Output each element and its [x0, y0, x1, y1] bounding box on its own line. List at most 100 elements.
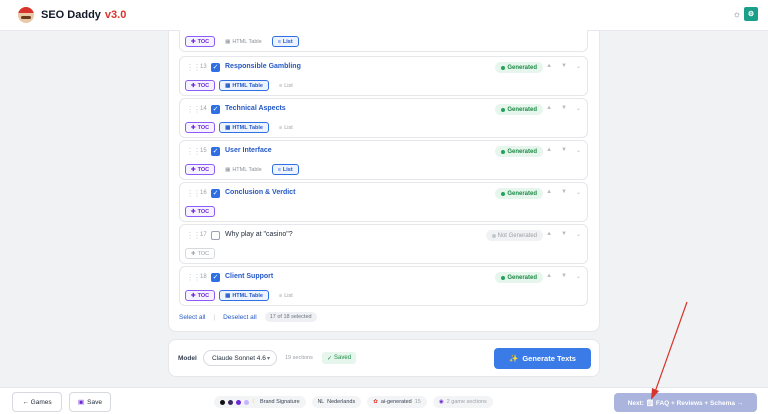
section-card: ⋮⋮ 15 ✓ User Interface Generated ▲ ▼ ⌄ ✚ T… — [179, 140, 588, 180]
section-title[interactable]: Technical Aspects — [225, 105, 286, 112]
moon-icon: ☾ — [252, 399, 257, 405]
move-up-icon[interactable]: ▲ — [546, 231, 552, 238]
expand-icon[interactable]: ⌄ — [576, 63, 581, 70]
divider: | — [213, 313, 216, 321]
drag-handle-icon[interactable]: ⋮⋮ — [186, 231, 201, 240]
move-up-icon[interactable]: ▲ — [546, 273, 552, 280]
selected-count-badge: 17 of 18 selected — [264, 312, 317, 322]
section-card: ⋮⋮ 16 ✓ Conclusion & Verdict Generated ▲… — [179, 182, 588, 222]
status-badge: Generated — [495, 62, 543, 73]
move-down-icon[interactable]: ▼ — [561, 231, 567, 238]
tag-toc[interactable]: ✚ TOC — [185, 290, 216, 301]
generate-texts-button[interactable]: ✨ Generate Texts — [494, 348, 591, 369]
expand-icon[interactable]: ⌄ — [576, 273, 581, 280]
section-checkbox[interactable]: ✓ — [211, 189, 220, 198]
tag-toc[interactable]: ✚ TOC — [185, 80, 216, 91]
model-bar: Model Claude Sonnet 4.6 ▾ 19 sections ✓ … — [168, 339, 600, 377]
select-all-link[interactable]: Select all — [179, 314, 205, 321]
move-down-icon[interactable]: ▼ — [561, 63, 567, 70]
theme-toggle-icon[interactable]: ☼ — [733, 9, 741, 19]
tag-list[interactable]: ≡ List — [273, 80, 299, 91]
section-card: ⋮⋮ 18 ✓ Client Support Generated ▲ ▼ ⌄ ✚ T… — [179, 266, 588, 306]
color-swatch — [244, 399, 249, 405]
expand-icon[interactable]: ⌄ — [576, 105, 581, 112]
back-to-games-button[interactable]: ← Games — [12, 392, 62, 412]
color-swatch — [236, 399, 241, 405]
sparkle-icon: ✨ — [509, 354, 519, 363]
tag-html-table[interactable]: ▦ HTML Table — [219, 164, 268, 175]
drag-handle-icon[interactable]: ⋮⋮ — [186, 105, 201, 114]
app-version: v3.0 — [104, 9, 127, 21]
tag-html-table[interactable]: ▦ HTML Table — [219, 122, 269, 133]
model-label: Model — [178, 355, 197, 362]
section-checkbox[interactable]: ✓ — [211, 273, 220, 282]
expand-icon[interactable]: ⌄ — [576, 147, 581, 154]
section-number: 18 — [200, 274, 207, 280]
tag-toc[interactable]: ✚ TOC — [185, 164, 216, 175]
section-card: ⋮⋮ 14 ✓ Technical Aspects Generated ▲ ▼ ⌄ … — [179, 98, 588, 138]
section-checkbox[interactable]: ✓ — [211, 63, 220, 72]
flag-icon: NL — [317, 399, 325, 405]
section-title[interactable]: Responsible Gambling — [225, 63, 301, 70]
expand-icon[interactable]: ⌄ — [576, 231, 581, 238]
save-button[interactable]: ▣ Save — [69, 392, 111, 412]
section-checkbox[interactable]: ✓ — [211, 147, 220, 156]
drag-handle-icon[interactable]: ⋮⋮ — [186, 189, 201, 198]
section-number: 17 — [200, 232, 207, 238]
tag-list[interactable]: ≡ List — [273, 290, 299, 301]
game-sections-chip[interactable]: ◉ 2 game sections — [432, 396, 493, 408]
section-checkbox[interactable] — [211, 231, 220, 240]
section-checkbox[interactable]: ✓ — [211, 105, 220, 114]
status-badge: Generated — [495, 188, 543, 199]
settings-badge-icon[interactable]: ⚙ — [744, 7, 758, 21]
model-select[interactable]: Claude Sonnet 4.6 ▾ — [203, 350, 277, 366]
ai-generated-chip[interactable]: ✿ ai-generated 15 — [367, 396, 427, 408]
tag-toc[interactable]: ✚ TOC — [185, 248, 216, 259]
section-title[interactable]: User Interface — [225, 147, 272, 154]
drag-handle-icon[interactable]: ⋮⋮ — [186, 63, 201, 72]
tag-list[interactable]: ≡ List — [273, 122, 299, 133]
move-down-icon[interactable]: ▼ — [561, 147, 567, 154]
deselect-all-link[interactable]: Deselect all — [223, 314, 257, 321]
tag-list[interactable]: ≡ List — [271, 36, 299, 47]
tag-toc[interactable]: ✚ TOC — [185, 36, 216, 47]
section-title[interactable]: Client Support — [225, 273, 273, 280]
tag-html-table[interactable]: ▦ HTML Table — [219, 36, 268, 47]
sections-panel: ✚ TOC ▦ HTML Table ≡ List ⋮⋮ 13 ✓ Respon… — [168, 30, 600, 332]
status-badge: Generated — [495, 104, 543, 115]
chevron-down-icon: ▾ — [266, 356, 270, 362]
status-badge: Generated — [495, 272, 543, 283]
move-up-icon[interactable]: ▲ — [546, 63, 552, 70]
expand-icon[interactable]: ⌄ — [576, 189, 581, 196]
tag-list[interactable]: ≡ List — [271, 164, 299, 175]
section-number: 15 — [200, 148, 207, 154]
section-card: ⋮⋮ 17 Why play at "casino"? Not Generate… — [179, 224, 588, 264]
section-number: 16 — [200, 190, 207, 196]
brand-signature-chip[interactable]: ☾ Brand Signature — [214, 396, 306, 408]
tag-html-table[interactable]: ▦ HTML Table — [219, 80, 269, 91]
saved-badge: ✓ Saved — [322, 352, 357, 364]
drag-handle-icon[interactable]: ⋮⋮ — [186, 273, 201, 282]
drag-handle-icon[interactable]: ⋮⋮ — [186, 147, 201, 156]
language-chip[interactable]: NL Nederlands — [311, 396, 362, 408]
tag-toc[interactable]: ✚ TOC — [185, 122, 216, 133]
section-number: 13 — [200, 64, 207, 70]
status-badge: Not Generated — [485, 230, 543, 241]
move-up-icon[interactable]: ▲ — [546, 147, 552, 154]
move-down-icon[interactable]: ▼ — [561, 105, 567, 112]
tag-html-table[interactable]: ▦ HTML Table — [219, 290, 269, 301]
section-card: ✚ TOC ▦ HTML Table ≡ List — [179, 30, 588, 52]
move-down-icon[interactable]: ▼ — [561, 189, 567, 196]
section-title[interactable]: Why play at "casino"? — [225, 231, 293, 238]
move-up-icon[interactable]: ▲ — [546, 189, 552, 196]
logo-avatar — [18, 7, 34, 23]
app-title: SEO Daddy — [41, 9, 101, 21]
move-up-icon[interactable]: ▲ — [546, 105, 552, 112]
color-swatch — [220, 399, 225, 405]
status-badge: Generated — [495, 146, 543, 157]
annotation-arrow-icon — [651, 301, 688, 400]
color-swatch — [228, 399, 233, 405]
section-title[interactable]: Conclusion & Verdict — [225, 189, 295, 196]
move-down-icon[interactable]: ▼ — [561, 273, 567, 280]
tag-toc[interactable]: ✚ TOC — [185, 206, 216, 217]
